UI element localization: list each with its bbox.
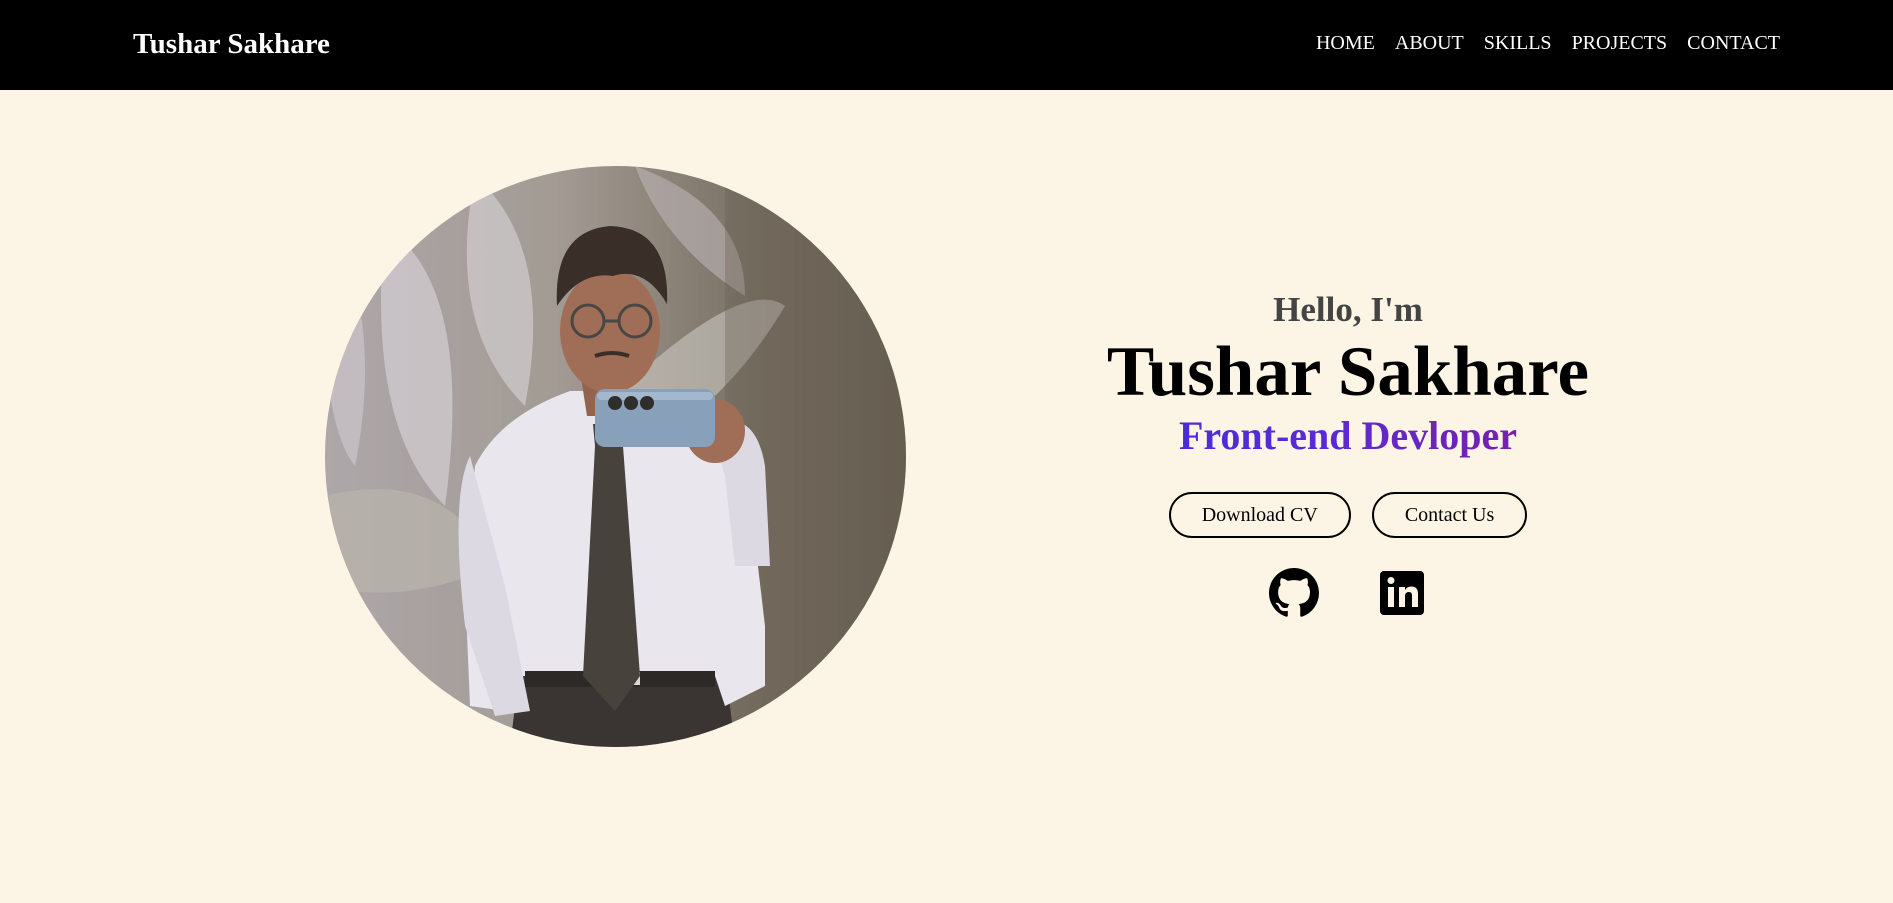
profile-photo [325, 166, 906, 747]
brand-logo[interactable]: Tushar Sakhare [133, 24, 330, 64]
hero-role: Front-end Devloper [1048, 412, 1648, 460]
nav-link-contact[interactable]: CONTACT [1687, 29, 1780, 57]
profile-photo-illustration [325, 166, 906, 747]
download-cv-button[interactable]: Download CV [1168, 492, 1351, 538]
nav-links: HOME ABOUT SKILLS PROJECTS CONTACT [1316, 29, 1780, 57]
nav-link-skills[interactable]: SKILLS [1484, 29, 1552, 57]
hero-greeting: Hello, I'm [1273, 290, 1423, 329]
nav-link-about[interactable]: ABOUT [1395, 29, 1464, 57]
hero-buttons: Download CV Contact Us [1048, 492, 1648, 538]
contact-us-button[interactable]: Contact Us [1371, 492, 1528, 538]
hero-section: Hello, I'm Tushar Sakhare Front-end Devl… [1048, 288, 1648, 618]
nav-link-home[interactable]: HOME [1316, 29, 1375, 57]
social-links [1048, 568, 1648, 618]
nav-link-projects[interactable]: PROJECTS [1572, 29, 1668, 57]
linkedin-icon[interactable] [1377, 568, 1427, 618]
github-icon[interactable] [1269, 568, 1319, 618]
navbar: Tushar Sakhare HOME ABOUT SKILLS PROJECT… [0, 0, 1893, 90]
hero-name: Tushar Sakhare [1106, 333, 1590, 411]
